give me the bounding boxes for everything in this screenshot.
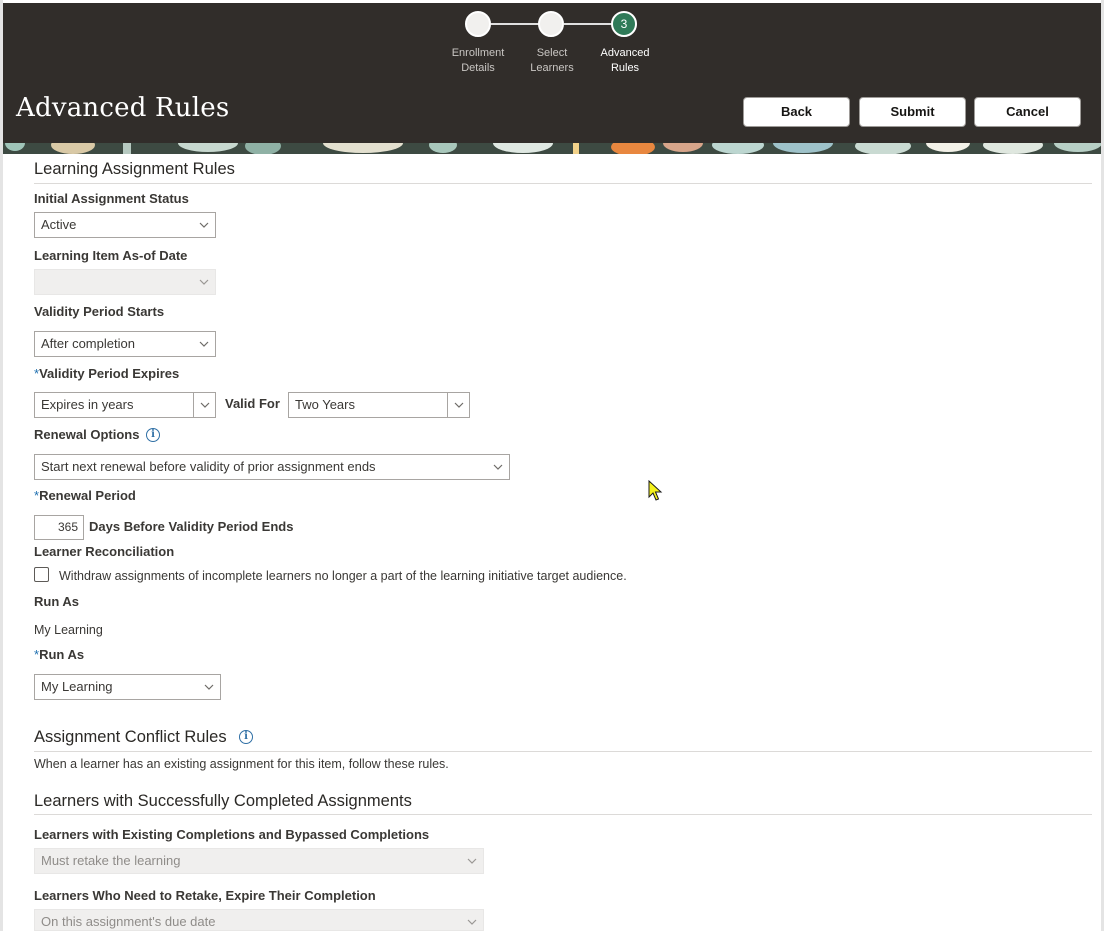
chevron-down-icon [193, 332, 215, 356]
renewal-period-label: *Renewal Period [34, 488, 136, 503]
conflict-rules-description: When a learner has an existing assignmen… [34, 757, 449, 771]
train-stop-advanced-rules[interactable]: 3 [611, 11, 637, 37]
section-title-assignment-conflict-rules: Assignment Conflict Rules [34, 728, 227, 746]
section-divider [34, 751, 1092, 752]
validity-period-starts-select[interactable]: After completion [34, 331, 216, 357]
info-icon[interactable]: i [239, 730, 253, 744]
select-value: On this assignment's due date [41, 914, 216, 929]
existing-completions-select[interactable]: Must retake the learning [34, 848, 484, 874]
select-value: After completion [41, 336, 135, 351]
train-label-select-learners[interactable]: Select Learners [514, 46, 590, 76]
select-value: Active [41, 217, 77, 232]
info-icon[interactable]: i [146, 428, 160, 442]
chevron-down-icon [193, 270, 215, 294]
renewal-period-suffix: Days Before Validity Period Ends [89, 519, 294, 534]
train-label-line: Details [461, 62, 495, 74]
renewal-options-label: Renewal Options [34, 427, 140, 442]
train-label-enrollment-details[interactable]: Enrollment Details [443, 46, 513, 76]
mouse-cursor-icon [648, 480, 663, 501]
run-as-label: Run As [34, 594, 80, 609]
submit-button[interactable]: Submit [859, 97, 966, 127]
train-label-advanced-rules[interactable]: Advanced Rules [587, 46, 663, 76]
process-train: 3 Enrollment Details Select Learners Adv… [3, 3, 1101, 83]
initial-assignment-status-select[interactable]: Active [34, 212, 216, 238]
validity-period-expires-label: *Validity Period Expires [34, 366, 179, 381]
page-title: Advanced Rules [16, 93, 230, 123]
train-connector [564, 23, 614, 25]
chevron-down-icon [447, 393, 469, 417]
chevron-down-icon [487, 455, 509, 479]
run-as-select[interactable]: My Learning [34, 674, 221, 700]
renewal-period-input[interactable]: 365 [34, 515, 84, 540]
existing-completions-label: Learners with Existing Completions and B… [34, 827, 430, 842]
retake-expire-label: Learners Who Need to Retake, Expire Thei… [34, 888, 376, 903]
train-stop-enrollment-details[interactable] [465, 11, 491, 37]
valid-for-label: Valid For [225, 396, 280, 411]
select-value: Two Years [295, 397, 355, 412]
withdraw-assignments-checkbox[interactable] [34, 567, 49, 582]
learning-item-as-of-date-label: Learning Item As-of Date [34, 248, 188, 263]
run-as-readonly-value: My Learning [34, 623, 103, 637]
validity-period-expires-select[interactable]: Expires in years [34, 392, 216, 418]
select-value: Expires in years [41, 397, 134, 412]
decorative-banner [3, 143, 1101, 154]
back-button[interactable]: Back [743, 97, 850, 127]
select-value: My Learning [41, 679, 113, 694]
learning-item-as-of-date-select[interactable] [34, 269, 216, 295]
label-text: Run As [39, 647, 85, 662]
chevron-down-icon [461, 910, 483, 931]
select-value: Must retake the learning [41, 853, 181, 868]
retake-expire-select[interactable]: On this assignment's due date [34, 909, 484, 931]
chevron-down-icon [193, 213, 215, 237]
section-divider [34, 814, 1092, 815]
initial-assignment-status-label: Initial Assignment Status [34, 191, 189, 206]
chevron-down-icon [461, 849, 483, 873]
section-title-completed-assignments: Learners with Successfully Completed Ass… [34, 792, 412, 810]
run-as-required-label: *Run As [34, 647, 84, 662]
learner-reconciliation-label: Learner Reconciliation [34, 544, 175, 559]
cancel-button[interactable]: Cancel [974, 97, 1081, 127]
train-stop-select-learners[interactable] [538, 11, 564, 37]
banner-pattern-icon [3, 143, 1101, 154]
withdraw-assignments-checkbox-label[interactable]: Withdraw assignments of incomplete learn… [59, 569, 627, 583]
renewal-options-select[interactable]: Start next renewal before validity of pr… [34, 454, 510, 480]
section-divider [34, 183, 1092, 184]
section-title-learning-assignment-rules: Learning Assignment Rules [34, 160, 235, 178]
train-connector [491, 23, 541, 25]
select-value: Start next renewal before validity of pr… [41, 459, 376, 474]
label-text: Validity Period Expires [39, 366, 180, 381]
valid-for-select[interactable]: Two Years [288, 392, 470, 418]
page-header: 3 Enrollment Details Select Learners Adv… [3, 3, 1101, 143]
chevron-down-icon [193, 393, 215, 417]
validity-period-starts-label: Validity Period Starts [34, 304, 165, 319]
chevron-down-icon [198, 675, 220, 699]
label-text: Renewal Period [39, 488, 136, 503]
train-label-line: Enrollment [451, 47, 505, 59]
